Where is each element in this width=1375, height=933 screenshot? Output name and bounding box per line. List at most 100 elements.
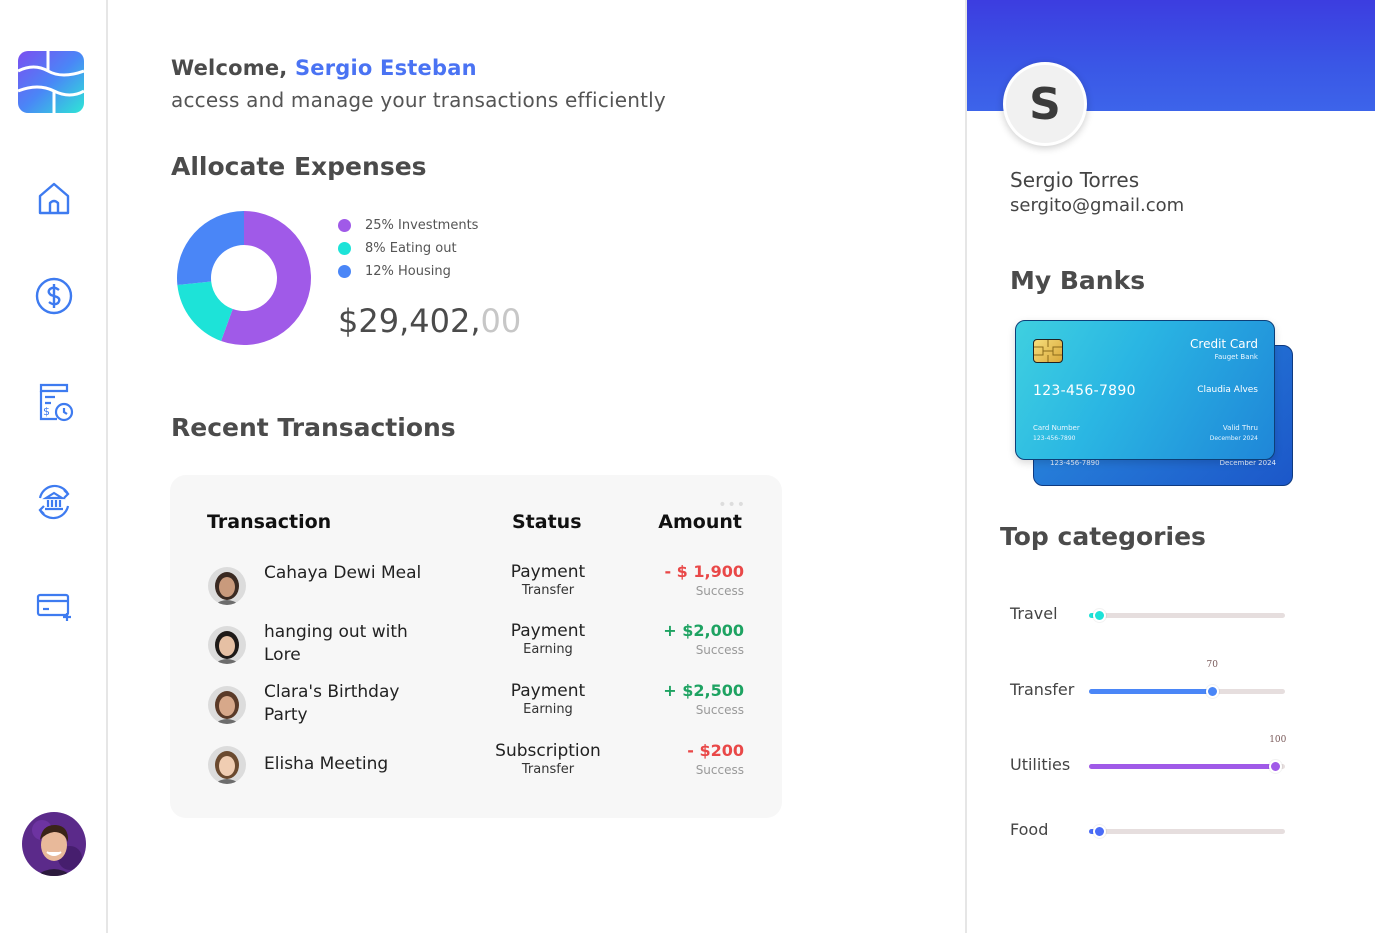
status-subtype: Transfer — [521, 762, 575, 777]
transaction-status: Payment Transfer — [480, 562, 616, 600]
column-header-transaction: Transaction — [207, 511, 332, 533]
card-bank: Fauget Bank — [1214, 353, 1258, 361]
transaction-avatar — [208, 626, 246, 664]
nav-cards[interactable] — [30, 584, 78, 632]
category-slider-handle[interactable] — [1206, 685, 1220, 698]
card-type: Credit Card — [1190, 337, 1258, 351]
nav-bank[interactable] — [30, 480, 78, 528]
user-avatar[interactable] — [22, 812, 86, 876]
category-label: Transfer — [1010, 680, 1075, 699]
category-label: Food — [1010, 820, 1049, 839]
transaction-status: Subscription Transfer — [480, 741, 616, 779]
legend-dot-icon — [338, 219, 351, 232]
nav-bills[interactable]: $ — [30, 380, 78, 428]
table-row[interactable]: hanging out with Lore Payment Earning + … — [170, 621, 782, 677]
welcome-heading: Welcome, Sergio Esteban — [171, 56, 477, 80]
transaction-name: Clara's Birthday Party — [264, 682, 400, 725]
amount-state: Success — [695, 584, 744, 598]
category-slider[interactable] — [1089, 609, 1285, 622]
status-type: Payment — [510, 681, 586, 701]
user-name: Sergio Esteban — [294, 56, 477, 80]
bank-transfer-icon — [32, 480, 76, 528]
legend-item: 25% Investments — [338, 214, 478, 237]
status-subtype: Earning — [523, 702, 573, 717]
transaction-name: hanging out with Lore — [264, 622, 408, 665]
main-content: Welcome, Sergio Esteban access and manag… — [108, 0, 965, 933]
total-cents: 00 — [480, 302, 522, 340]
card-holder: Claudia Alves — [1197, 385, 1258, 395]
expenses-donut-chart — [177, 211, 311, 345]
bank-card-primary[interactable]: Credit Card Fauget Bank 123-456-7890 Cla… — [1015, 320, 1275, 460]
category-value-label: 100 — [1269, 735, 1287, 745]
amount-value: + $2,000 — [663, 621, 744, 640]
legend-item: 12% Housing — [338, 260, 478, 283]
sidebar: $ — [0, 0, 108, 933]
card-add-icon — [35, 589, 73, 627]
column-header-amount: Amount — [658, 511, 742, 533]
expenses-legend: 25% Investments 8% Eating out 12% Housing — [338, 214, 478, 283]
table-row[interactable]: Clara's Birthday Party Payment Earning +… — [170, 681, 782, 737]
legend-label: 8% Eating out — [365, 241, 457, 256]
card-valid-date: December 2024 — [1209, 435, 1258, 442]
transaction-amount: - $200 Success — [604, 741, 744, 779]
table-row[interactable]: Cahaya Dewi Meal Payment Transfer - $ 1,… — [170, 562, 782, 618]
home-icon — [36, 180, 72, 220]
transaction-amount: + $2,500 Success — [604, 681, 744, 719]
transaction-status: Payment Earning — [480, 621, 616, 659]
transaction-avatar — [208, 567, 246, 605]
top-categories-title: Top categories — [1000, 522, 1206, 551]
legend-label: 12% Housing — [365, 264, 451, 279]
card-number-label: Card Number — [1033, 424, 1080, 432]
category-slider-handle[interactable] — [1269, 760, 1283, 773]
category-label: Utilities — [1010, 755, 1071, 774]
transactions-table: ••• Transaction Status Amount Cahaya Dew… — [170, 475, 782, 818]
amount-state: Success — [695, 703, 744, 717]
amount-value: + $2,500 — [663, 681, 744, 700]
legend-label: 25% Investments — [365, 218, 479, 233]
profile-email: sergito@gmail.com — [1010, 195, 1185, 216]
dollar-icon — [34, 276, 74, 320]
category-slider-handle[interactable] — [1092, 825, 1106, 838]
receipt-clock-icon: $ — [33, 381, 75, 427]
status-subtype: Transfer — [521, 583, 575, 598]
transaction-amount: - $ 1,900 Success — [604, 562, 744, 600]
card-number-small: 123-456-7890 — [1033, 435, 1076, 442]
category-value-label: 70 — [1206, 660, 1218, 670]
total-amount: $29,402, — [338, 302, 481, 340]
profile-avatar[interactable]: S — [1003, 62, 1087, 146]
svg-text:$: $ — [43, 405, 50, 418]
profile-name: Sergio Torres — [1010, 168, 1140, 192]
transaction-avatar — [208, 746, 246, 784]
amount-value: - $200 — [687, 741, 744, 760]
category-slider-handle[interactable] — [1092, 609, 1106, 622]
amount-state: Success — [695, 643, 744, 657]
banks-title: My Banks — [1010, 266, 1146, 295]
app-logo[interactable] — [17, 51, 85, 113]
category-slider[interactable] — [1089, 760, 1285, 773]
transactions-title: Recent Transactions — [171, 413, 456, 442]
status-type: Subscription — [495, 741, 601, 761]
back-card-date: December 2024 — [1219, 459, 1276, 467]
profile-panel: S Sergio Torres sergito@gmail.com My Ban… — [965, 0, 1375, 933]
expenses-total: $29,402,00 — [338, 302, 521, 340]
card-number: 123-456-7890 — [1033, 383, 1136, 399]
transaction-avatar — [208, 686, 246, 724]
transaction-status: Payment Earning — [480, 681, 616, 719]
status-type: Payment — [510, 621, 586, 641]
legend-dot-icon — [338, 242, 351, 255]
category-slider-fill — [1089, 764, 1276, 769]
amount-value: - $ 1,900 — [664, 562, 744, 581]
legend-item: 8% Eating out — [338, 237, 478, 260]
amount-state: Success — [695, 763, 744, 777]
transaction-name: Elisha Meeting — [264, 754, 389, 774]
nav-home[interactable] — [30, 176, 78, 224]
category-slider[interactable] — [1089, 825, 1285, 838]
column-header-status: Status — [512, 511, 582, 533]
table-row[interactable]: Elisha Meeting Subscription Transfer - $… — [170, 741, 782, 797]
category-label: Travel — [1010, 604, 1058, 623]
welcome-subtitle: access and manage your transactions effi… — [171, 88, 666, 112]
legend-dot-icon — [338, 265, 351, 278]
expenses-title: Allocate Expenses — [171, 152, 427, 181]
category-slider[interactable] — [1089, 685, 1285, 698]
nav-finance[interactable] — [30, 274, 78, 322]
